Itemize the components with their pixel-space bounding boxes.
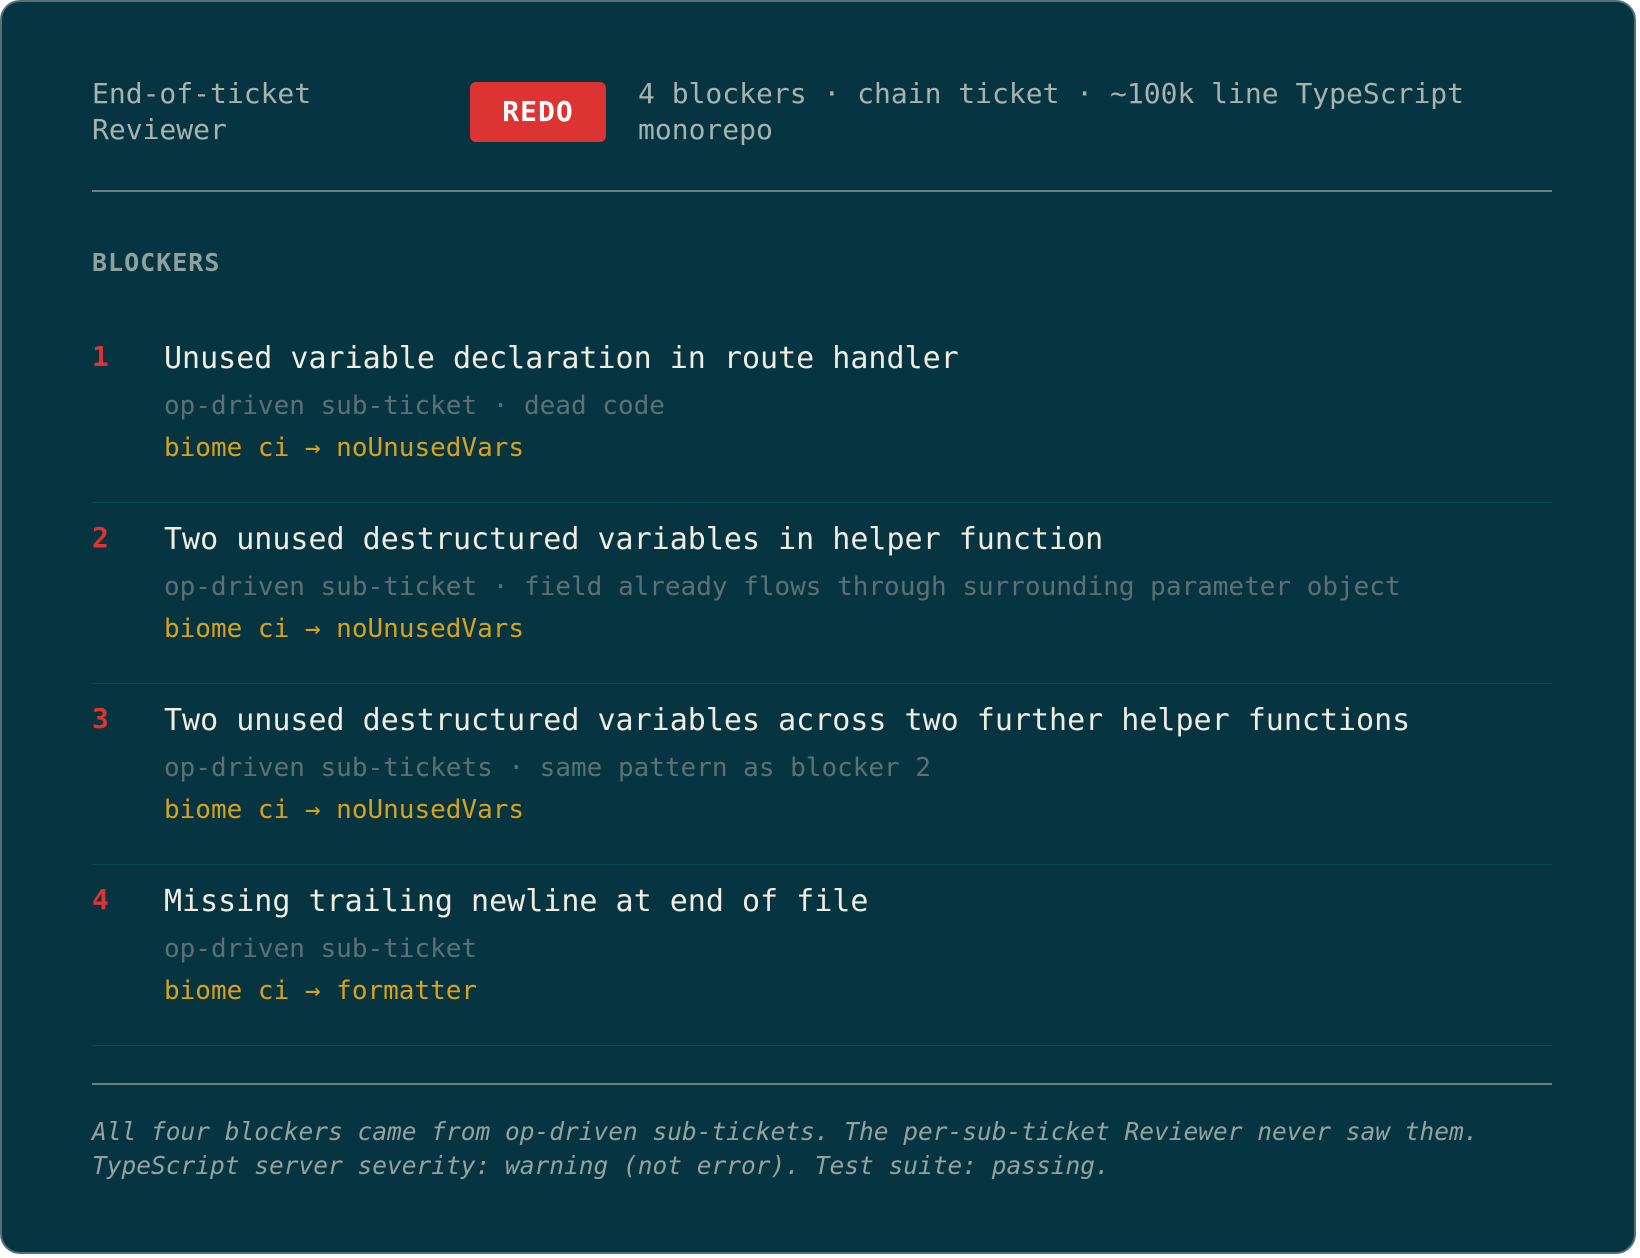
- blockers-heading: BLOCKERS: [92, 248, 221, 277]
- blocker-title: Unused variable declaration in route han…: [164, 341, 959, 376]
- blocker-meta: op-driven sub-ticket · field already flo…: [164, 572, 1401, 602]
- blocker-item: 3 Two unused destructured variables acro…: [92, 684, 1552, 865]
- blocker-number: 4: [92, 883, 109, 916]
- reviewer-title: End-of-ticket Reviewer: [92, 77, 312, 146]
- blocker-number: 1: [92, 340, 109, 373]
- blocker-rule: biome ci → formatter: [164, 976, 478, 1006]
- blocker-meta: op-driven sub-tickets · same pattern as …: [164, 753, 932, 783]
- review-panel: End-of-ticket Reviewer REDO 4 blockers ·…: [0, 0, 1636, 1254]
- status-badge: REDO: [470, 82, 606, 142]
- review-header: End-of-ticket Reviewer REDO 4 blockers ·…: [92, 74, 1552, 192]
- blocker-rule: biome ci → noUnusedVars: [164, 433, 525, 463]
- blocker-number: 2: [92, 521, 109, 554]
- blocker-list: 1 Unused variable declaration in route h…: [92, 322, 1552, 1046]
- blocker-item: 2 Two unused destructured variables in h…: [92, 503, 1552, 684]
- blocker-number: 3: [92, 702, 109, 735]
- blocker-title: Two unused destructured variables in hel…: [164, 522, 1104, 557]
- blocker-title: Two unused destructured variables across…: [164, 703, 1411, 738]
- blocker-item: 1 Unused variable declaration in route h…: [92, 322, 1552, 503]
- review-summary: 4 blockers · chain ticket · ~100k line T…: [638, 77, 1465, 146]
- blocker-item: 4 Missing trailing newline at end of fil…: [92, 865, 1552, 1046]
- blocker-title: Missing trailing newline at end of file: [164, 884, 869, 919]
- blocker-meta: op-driven sub-ticket · dead code: [164, 391, 665, 421]
- blocker-meta: op-driven sub-ticket: [164, 934, 478, 964]
- blocker-rule: biome ci → noUnusedVars: [164, 614, 525, 644]
- blocker-rule: biome ci → noUnusedVars: [164, 795, 525, 825]
- footer-note: All four blockers came from op-driven su…: [92, 1083, 1552, 1183]
